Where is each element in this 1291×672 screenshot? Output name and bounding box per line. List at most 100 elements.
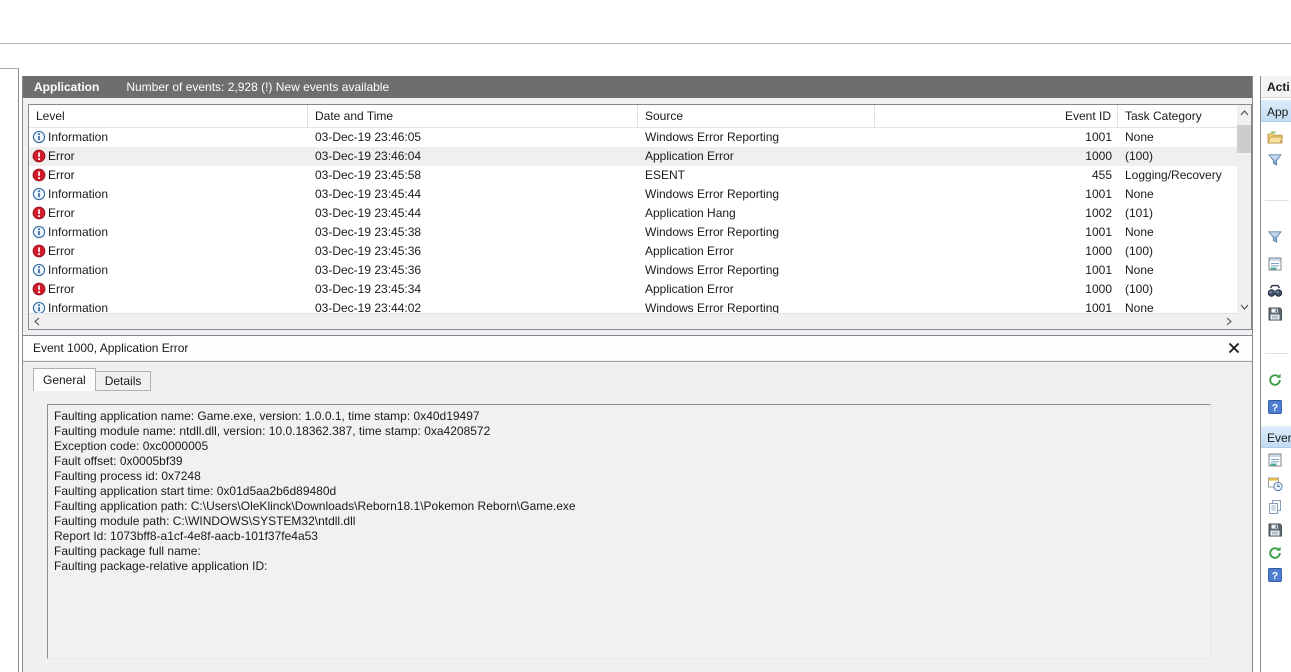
level-cell: Error xyxy=(29,242,308,261)
actions-divider xyxy=(1265,200,1289,201)
table-row[interactable]: Information 03-Dec-19 23:45:44 Windows E… xyxy=(29,185,1237,204)
help-icon[interactable]: ? xyxy=(1267,567,1283,583)
properties-icon[interactable] xyxy=(1267,452,1283,468)
description-line: Faulting package-relative application ID… xyxy=(54,559,1204,574)
level-label: Information xyxy=(48,187,108,201)
svg-text:?: ? xyxy=(1272,402,1278,414)
table-row[interactable]: Error 03-Dec-19 23:45:58 ESENT 455 Loggi… xyxy=(29,166,1237,185)
level-cell: Error xyxy=(29,166,308,185)
event-id-cell: 1001 xyxy=(875,261,1118,280)
column-header-level[interactable]: Level xyxy=(29,105,308,127)
datetime-cell: 03-Dec-19 23:45:58 xyxy=(308,166,638,185)
table-row[interactable]: Information 03-Dec-19 23:45:36 Windows E… xyxy=(29,261,1237,280)
table-row[interactable]: Error 03-Dec-19 23:45:34 Application Err… xyxy=(29,280,1237,299)
event-id-cell: 1002 xyxy=(875,204,1118,223)
datetime-cell: 03-Dec-19 23:44:02 xyxy=(308,299,638,314)
actions-group-header-ever[interactable]: Ever xyxy=(1261,426,1291,448)
table-row[interactable]: Information 03-Dec-19 23:44:02 Windows E… xyxy=(29,299,1237,314)
tab-details[interactable]: Details xyxy=(95,371,152,391)
actions-panel-title: Acti xyxy=(1261,76,1291,98)
attach-task-icon[interactable] xyxy=(1267,476,1283,492)
help-icon[interactable]: ? xyxy=(1267,399,1283,415)
log-status-text: Number of events: 2,928 (!) New events a… xyxy=(126,80,389,94)
level-cell: Error xyxy=(29,147,308,166)
event-description-box[interactable]: Faulting application name: Game.exe, ver… xyxy=(47,404,1211,659)
error-icon xyxy=(32,244,46,258)
description-line: Faulting process id: 0x7248 xyxy=(54,469,1204,484)
source-cell: Windows Error Reporting xyxy=(638,223,875,242)
event-list-panel: Application Number of events: 2,928 (!) … xyxy=(22,76,1253,672)
level-cell: Error xyxy=(29,280,308,299)
table-row[interactable]: Error 03-Dec-19 23:46:04 Application Err… xyxy=(29,147,1237,166)
level-label: Error xyxy=(48,206,75,220)
task-category-cell: None xyxy=(1118,185,1237,204)
scroll-up-icon[interactable] xyxy=(1237,105,1251,120)
refresh-icon[interactable] xyxy=(1267,545,1283,561)
task-category-cell: (100) xyxy=(1118,147,1237,166)
source-cell: Windows Error Reporting xyxy=(638,261,875,280)
scroll-left-icon[interactable] xyxy=(29,314,45,329)
source-cell: Windows Error Reporting xyxy=(638,185,875,204)
scroll-right-icon[interactable] xyxy=(1221,314,1237,329)
open-folder-icon[interactable] xyxy=(1267,130,1283,146)
table-row[interactable]: Information 03-Dec-19 23:45:38 Windows E… xyxy=(29,223,1237,242)
description-line: Faulting module path: C:\WINDOWS\SYSTEM3… xyxy=(54,514,1204,529)
table-header-row: Level Date and Time Source Event ID Task… xyxy=(29,105,1237,128)
event-id-cell: 1001 xyxy=(875,128,1118,147)
save-icon[interactable] xyxy=(1267,522,1283,538)
filter-icon[interactable] xyxy=(1267,229,1283,245)
column-header-date-and-time[interactable]: Date and Time xyxy=(308,105,638,127)
datetime-cell: 03-Dec-19 23:45:44 xyxy=(308,185,638,204)
vertical-scrollbar[interactable] xyxy=(1237,105,1251,314)
description-line: Report Id: 1073bff8-a1cf-4e8f-aacb-101f3… xyxy=(54,529,1204,544)
datetime-cell: 03-Dec-19 23:45:36 xyxy=(308,242,638,261)
event-id-cell: 1001 xyxy=(875,223,1118,242)
table-row[interactable]: Error 03-Dec-19 23:45:36 Application Err… xyxy=(29,242,1237,261)
task-category-cell: None xyxy=(1118,261,1237,280)
information-icon xyxy=(32,263,46,277)
level-label: Error xyxy=(48,168,75,182)
find-icon[interactable] xyxy=(1267,283,1283,299)
event-id-cell: 1001 xyxy=(875,185,1118,204)
event-table: Level Date and Time Source Event ID Task… xyxy=(28,104,1252,330)
source-cell: Application Error xyxy=(638,280,875,299)
event-viewer-window: Application Number of events: 2,928 (!) … xyxy=(0,0,1291,672)
horizontal-scrollbar[interactable] xyxy=(29,313,1237,329)
description-line: Fault offset: 0x0005bf39 xyxy=(54,454,1204,469)
level-label: Information xyxy=(48,225,108,239)
log-title-bar: Application Number of events: 2,928 (!) … xyxy=(23,76,1252,98)
vertical-scrollbar-thumb[interactable] xyxy=(1237,125,1251,153)
detail-title: Event 1000, Application Error xyxy=(33,336,188,360)
actions-group-header-app[interactable]: App xyxy=(1261,100,1291,122)
close-icon[interactable] xyxy=(1228,342,1240,354)
task-category-cell: Logging/Recovery xyxy=(1118,166,1237,185)
column-header-source[interactable]: Source xyxy=(638,105,875,127)
column-header-event-id[interactable]: Event ID xyxy=(875,105,1118,127)
description-line: Faulting module name: ntdll.dll, version… xyxy=(54,424,1204,439)
level-label: Information xyxy=(48,263,108,277)
source-cell: Windows Error Reporting xyxy=(638,299,875,314)
table-row[interactable]: Information 03-Dec-19 23:46:05 Windows E… xyxy=(29,128,1237,147)
event-id-cell: 1000 xyxy=(875,147,1118,166)
level-cell: Information xyxy=(29,261,308,280)
copy-icon[interactable] xyxy=(1267,499,1283,515)
save-icon[interactable] xyxy=(1267,306,1283,322)
svg-text:?: ? xyxy=(1272,570,1278,582)
level-cell: Information xyxy=(29,128,308,147)
table-row[interactable]: Error 03-Dec-19 23:45:44 Application Han… xyxy=(29,204,1237,223)
detail-header: Event 1000, Application Error xyxy=(23,336,1252,360)
information-icon xyxy=(32,187,46,201)
tab-general[interactable]: General xyxy=(33,368,96,391)
datetime-cell: 03-Dec-19 23:46:05 xyxy=(308,128,638,147)
description-line: Faulting application start time: 0x01d5a… xyxy=(54,484,1204,499)
event-id-cell: 1000 xyxy=(875,242,1118,261)
filter-icon[interactable] xyxy=(1267,152,1283,168)
properties-icon[interactable] xyxy=(1267,256,1283,272)
error-icon xyxy=(32,149,46,163)
source-cell: Application Error xyxy=(638,242,875,261)
column-header-task-category[interactable]: Task Category xyxy=(1118,105,1237,127)
scroll-down-icon[interactable] xyxy=(1237,299,1251,314)
description-line: Exception code: 0xc0000005 xyxy=(54,439,1204,454)
level-label: Error xyxy=(48,244,75,258)
refresh-icon[interactable] xyxy=(1267,372,1283,388)
